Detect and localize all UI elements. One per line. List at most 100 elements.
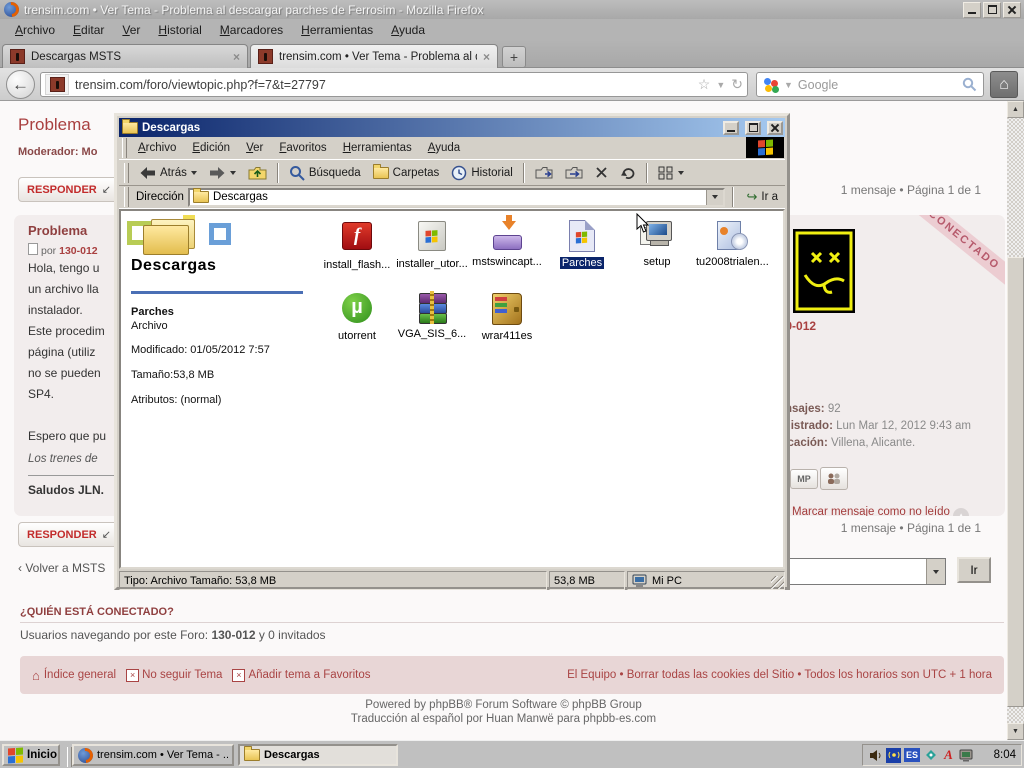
reload-icon[interactable]: ↻ [731, 76, 743, 93]
menu-archivo[interactable]: Archivo [130, 140, 184, 156]
task-explorer[interactable]: Descargas [238, 744, 398, 766]
private-message-button[interactable]: MP [790, 469, 818, 489]
select-dropdown-button[interactable] [926, 559, 945, 584]
bookmark-star-icon[interactable]: ☆ [698, 76, 711, 93]
minimize-button[interactable] [963, 2, 981, 18]
explorer-titlebar[interactable]: Descargas [119, 118, 785, 137]
go-button[interactable]: ↪ Ir a [741, 187, 783, 207]
post-author-link[interactable]: 130-012 [59, 245, 98, 257]
address-bar: Dirección Descargas ↪ Ir a [119, 186, 785, 209]
tab-descargas-msts[interactable]: Descargas MSTS × [2, 44, 248, 68]
search-box[interactable]: ▼ Google [756, 72, 984, 97]
scroll-up-button[interactable]: ▲ [1007, 101, 1024, 118]
menu-herramientas[interactable]: Herramientas [292, 20, 382, 40]
forward-button[interactable] [204, 164, 241, 182]
url-text[interactable]: trensim.com/foro/viewtopic.php?f=7&t=277… [75, 78, 692, 92]
close-button[interactable] [1003, 2, 1021, 18]
post-title[interactable]: Problema [28, 223, 87, 238]
views-icon [658, 166, 674, 180]
menu-favoritos[interactable]: Favoritos [271, 140, 334, 156]
index-link[interactable]: Índice general [44, 669, 116, 681]
home-icon: ⌂ [32, 668, 40, 683]
menu-marcadores[interactable]: Marcadores [211, 20, 292, 40]
page-scrollbar[interactable]: ▲ ▼ [1007, 101, 1024, 740]
back-button[interactable]: ← [6, 70, 35, 99]
history-dropdown-icon[interactable]: ▼ [716, 80, 725, 90]
favorite-link[interactable]: Añadir tema a Favoritos [248, 669, 370, 681]
google-logo-icon[interactable] [763, 77, 779, 93]
tab-close-icon[interactable]: × [233, 50, 240, 64]
sis-utility-icon[interactable] [923, 748, 938, 763]
scrollbar-thumb[interactable] [1007, 257, 1024, 707]
start-button[interactable]: Inicio [2, 744, 60, 766]
menu-ayuda[interactable]: Ayuda [382, 20, 434, 40]
history-button[interactable]: Historial [446, 163, 518, 183]
search-placeholder[interactable]: Google [798, 78, 957, 92]
menu-ver[interactable]: Ver [238, 140, 271, 156]
task-firefox[interactable]: trensim.com • Ver Tema - ... [72, 744, 234, 766]
menu-historial[interactable]: Historial [149, 20, 210, 40]
explorer-window[interactable]: Descargas Archivo Edición Ver Favoritos … [114, 113, 790, 590]
mark-unread-link[interactable]: Marcar mensaje como no leído ▲ [792, 506, 969, 516]
restore-button[interactable] [983, 2, 1001, 18]
topic-title[interactable]: Problema [18, 115, 91, 135]
scroll-down-button[interactable]: ▼ [1007, 723, 1024, 740]
antivirus-icon[interactable]: A [941, 748, 956, 763]
file-utorrent[interactable]: µ utorrent [319, 291, 395, 342]
jump-go-button[interactable]: Ir [957, 557, 991, 583]
back-button[interactable]: Atrás [134, 164, 202, 182]
windows-flag-icon [8, 747, 23, 763]
file-parches[interactable]: Parches [544, 219, 620, 269]
views-button[interactable] [653, 164, 689, 182]
magnifier-icon[interactable] [962, 77, 977, 92]
up-button[interactable] [243, 163, 272, 182]
back-to-forum-link[interactable]: ‹ Volver a MSTS [18, 561, 105, 575]
who-user[interactable]: 130-012 [211, 628, 255, 642]
responder-button-top[interactable]: RESPONDER ↙ [18, 177, 120, 202]
address-field[interactable]: Descargas [188, 188, 726, 207]
site-identity-favicon[interactable] [45, 74, 69, 95]
delete-button[interactable] [590, 164, 613, 181]
file-wrar411es[interactable]: wrar411es [469, 291, 545, 342]
file-installer-utorrent[interactable]: installer_utor... [394, 219, 470, 270]
menu-edicion[interactable]: Edición [184, 140, 238, 156]
file-vga-sis[interactable]: VGA_SIS_6... [394, 291, 470, 340]
move-to-button[interactable] [530, 163, 558, 182]
file-tu2008trial[interactable]: tu2008trialen... [694, 219, 770, 268]
network-icon[interactable] [886, 748, 901, 763]
url-bar[interactable]: trensim.com/foro/viewtopic.php?f=7&t=277… [40, 72, 748, 97]
tab-bar: Descargas MSTS × trensim.com • Ver Tema … [0, 40, 1024, 68]
volume-icon[interactable] [868, 748, 883, 763]
menu-ayuda[interactable]: Ayuda [420, 140, 468, 156]
language-indicator[interactable]: ES [904, 748, 920, 762]
menu-ver[interactable]: Ver [113, 20, 149, 40]
address-dropdown-button[interactable] [706, 190, 723, 205]
responder-button-bottom[interactable]: RESPONDER ↙ [18, 522, 120, 547]
undo-button[interactable] [615, 164, 641, 181]
file-mstswincapt[interactable]: mstswincapt... [469, 219, 545, 268]
home-button[interactable]: ⌂ [990, 71, 1018, 98]
bottom-bar-right-links[interactable]: El Equipo • Borrar todas las cookies del… [567, 669, 992, 681]
folders-button[interactable]: Carpetas [368, 165, 445, 181]
who-online-text: Usuarios navegando por este Foro: 130-01… [20, 628, 326, 642]
close-button[interactable] [767, 121, 783, 135]
profile-button[interactable] [820, 467, 848, 490]
menu-herramientas[interactable]: Herramientas [335, 140, 420, 156]
menu-editar[interactable]: Editar [64, 20, 113, 40]
file-install-flash[interactable]: f install_flash... [319, 219, 395, 271]
taskbar-clock[interactable]: 8:04 [994, 749, 1016, 761]
minimize-button[interactable] [723, 121, 739, 135]
display-icon[interactable] [959, 748, 974, 763]
search-button[interactable]: Búsqueda [284, 163, 366, 183]
file-setup[interactable]: setup [619, 219, 695, 268]
unsubscribe-link[interactable]: No seguir Tema [142, 669, 222, 681]
resize-grip[interactable] [771, 576, 784, 589]
menu-archivo[interactable]: Archivo [6, 20, 64, 40]
copy-to-button[interactable] [560, 163, 588, 182]
new-tab-button[interactable]: + [502, 46, 526, 68]
top-arrow-icon[interactable]: ▲ [953, 508, 969, 517]
tab-close-icon[interactable]: × [483, 50, 490, 64]
search-engine-dropdown-icon[interactable]: ▼ [784, 80, 793, 90]
maximize-button[interactable] [745, 121, 761, 135]
tab-ver-tema[interactable]: trensim.com • Ver Tema - Problema al des… [250, 44, 498, 68]
